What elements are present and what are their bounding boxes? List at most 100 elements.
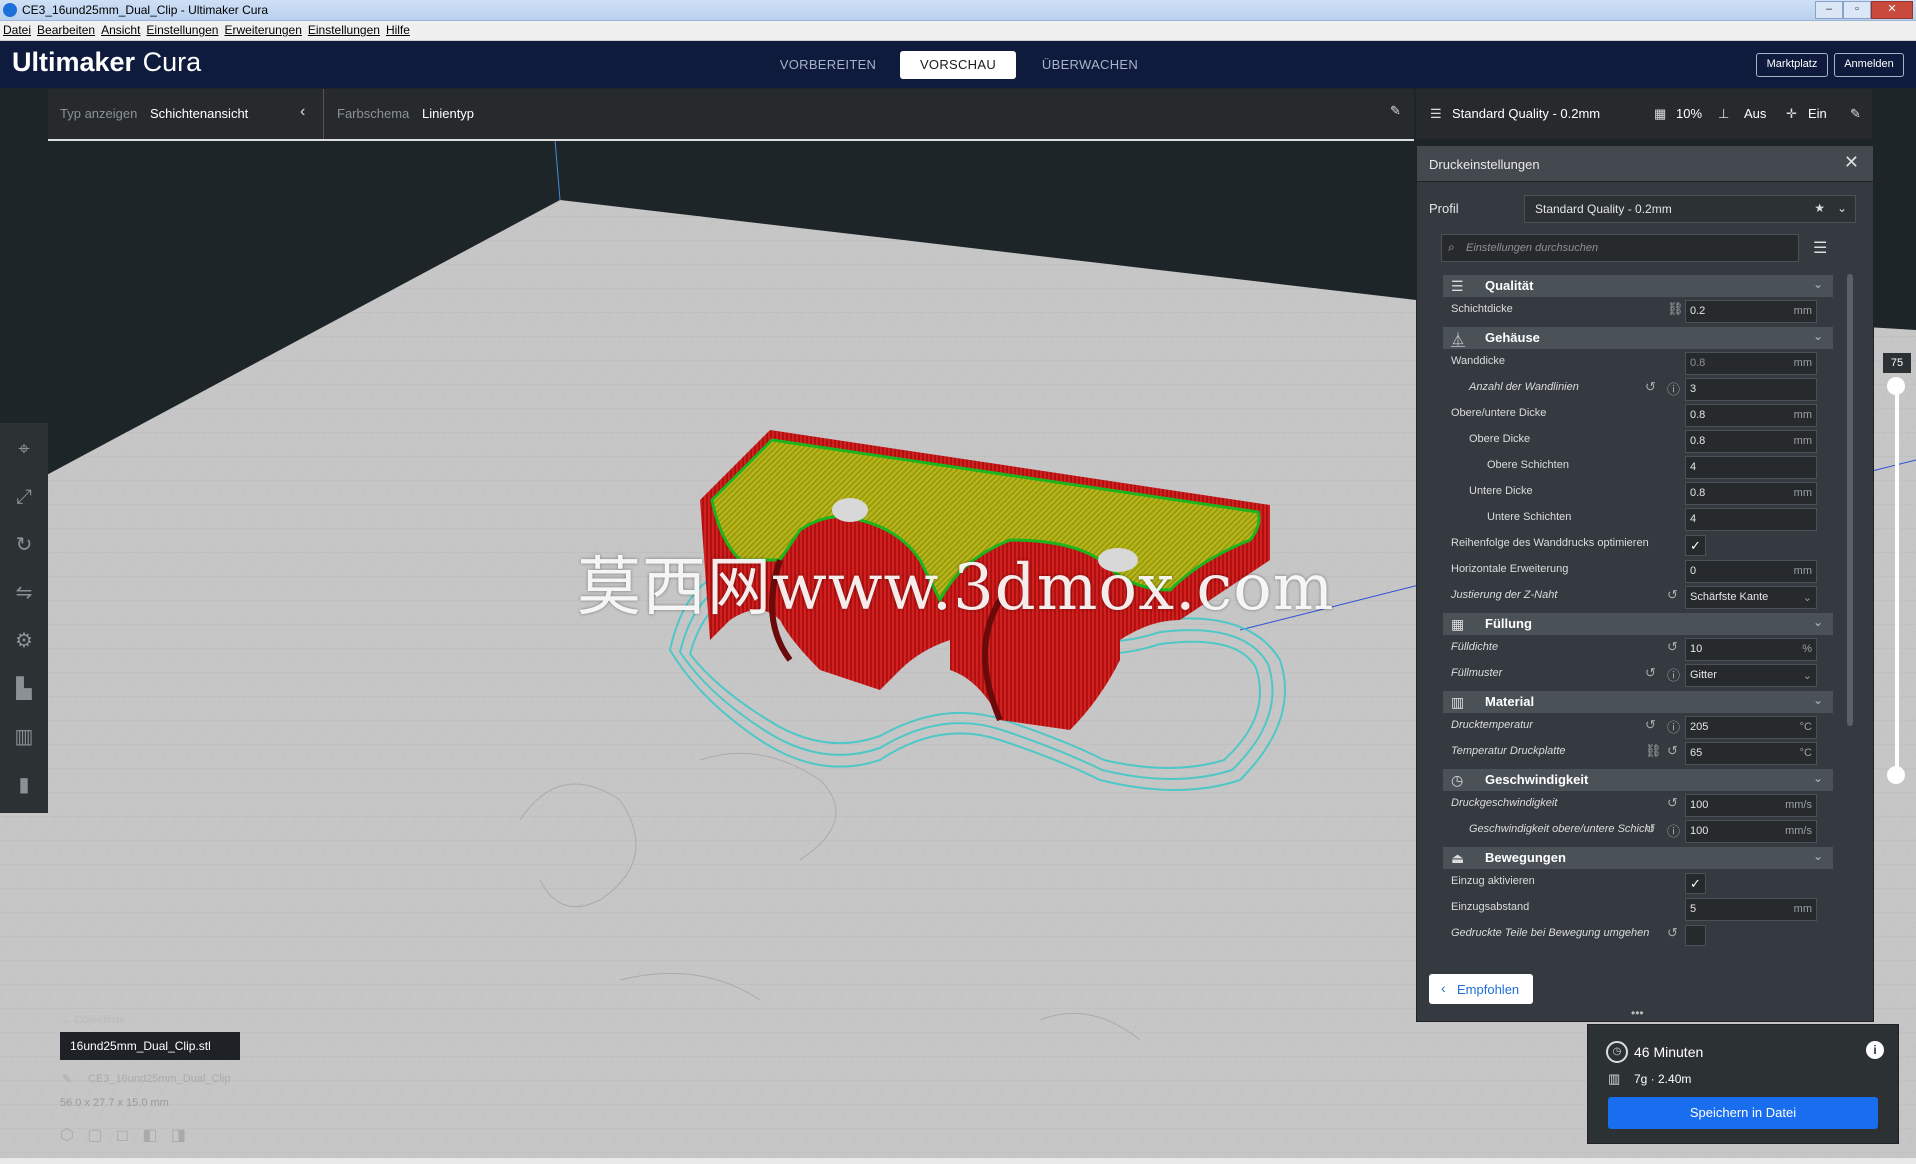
setting-input[interactable]: 100 mm/s: [1685, 794, 1817, 817]
menu-hilfe[interactable]: Hilfe: [383, 21, 413, 39]
scale-tool-icon[interactable]: ⤢: [8, 481, 40, 513]
color-scheme-selector[interactable]: Linientyp: [422, 106, 474, 121]
menu-bearbeiten[interactable]: Bearbeiten: [34, 21, 98, 39]
info-icon[interactable]: ⓘ: [1667, 821, 1680, 840]
reset-icon[interactable]: ↺: [1667, 795, 1678, 811]
setting-input[interactable]: 0.8 mm: [1685, 482, 1817, 505]
category-qualitaet[interactable]: ☰ Qualität ⌄: [1443, 275, 1833, 297]
front-view-icon[interactable]: ▢: [87, 1127, 102, 1144]
maximize-icon[interactable]: ▫: [1843, 1, 1871, 19]
menu-erweiterungen[interactable]: Erweiterungen: [221, 21, 304, 39]
category-bewegungen[interactable]: ⏏ Bewegungen ⌄: [1443, 847, 1833, 869]
marketplace-button[interactable]: Marktplatz: [1756, 53, 1828, 77]
infill-icon: ▦: [1654, 106, 1667, 121]
reset-icon[interactable]: ↺: [1667, 743, 1678, 759]
tab-vorbereiten[interactable]: VORBEREITEN: [770, 51, 886, 79]
print-setup-bar[interactable]: ☰ Standard Quality - 0.2mm ▦ 10% ⊥ Aus ✛…: [1416, 89, 1872, 139]
reset-icon[interactable]: ↺: [1645, 665, 1656, 681]
reset-icon[interactable]: ↺: [1667, 925, 1678, 941]
edit-pencil-icon[interactable]: ✎: [1850, 106, 1861, 122]
settings-search-input[interactable]: ⌕ Einstellungen durchsuchen: [1441, 234, 1799, 262]
3d-view-icon[interactable]: ⬡: [60, 1127, 74, 1144]
setting-input[interactable]: 205 °C: [1685, 716, 1817, 739]
tool-icon-2[interactable]: ▮: [8, 769, 40, 801]
tool-icon[interactable]: ▥: [8, 721, 40, 753]
reset-icon[interactable]: ↺: [1645, 379, 1656, 395]
category-fuellung[interactable]: ▦ Füllung ⌄: [1443, 613, 1833, 635]
reset-icon[interactable]: ↺: [1645, 717, 1656, 733]
layer-slider-track[interactable]: [1895, 380, 1899, 780]
support-icon: ⊥: [1718, 106, 1730, 121]
support-blocker-icon[interactable]: ▙: [8, 673, 40, 705]
checkbox-unchecked[interactable]: [1685, 925, 1706, 946]
right-view-icon[interactable]: ◨: [171, 1127, 186, 1144]
checkbox-checked[interactable]: ✓: [1685, 535, 1706, 556]
settings-visibility-menu-icon[interactable]: ☰: [1813, 238, 1827, 258]
settings-scrollbar[interactable]: [1847, 274, 1853, 726]
setting-input[interactable]: 65 °C: [1685, 742, 1817, 765]
object-list-item[interactable]: 16und25mm_Dual_Clip.stl: [60, 1032, 240, 1060]
menu-einstellungen-2[interactable]: Einstellungen: [305, 21, 383, 39]
reset-icon[interactable]: ↺: [1667, 587, 1678, 603]
menu-einstellungen[interactable]: Einstellungen: [143, 21, 221, 39]
setting-input[interactable]: 4: [1685, 456, 1817, 479]
minimize-icon[interactable]: –: [1815, 1, 1843, 19]
input-unit: mm: [1793, 435, 1812, 447]
setting-input[interactable]: 4: [1685, 508, 1817, 531]
reset-icon[interactable]: ↺: [1667, 639, 1678, 655]
pencil-icon[interactable]: ✎: [1390, 103, 1401, 119]
info-icon[interactable]: i: [1866, 1041, 1884, 1059]
input-unit: mm/s: [1785, 799, 1812, 811]
info-icon[interactable]: ⓘ: [1667, 379, 1680, 398]
object-list-header[interactable]: ⌄ Objektliste: [62, 1013, 126, 1026]
top-view-icon[interactable]: ◻: [116, 1127, 129, 1144]
collapse-chevron-icon[interactable]: ‹: [300, 103, 305, 121]
setting-input[interactable]: 5 mm: [1685, 898, 1817, 921]
category-geschwindigkeit[interactable]: ◷ Geschwindigkeit ⌄: [1443, 769, 1833, 791]
setting-dropdown[interactable]: Schärfste Kante ⌄: [1685, 586, 1817, 609]
recommended-button[interactable]: ‹ Empfohlen: [1429, 974, 1533, 1004]
layer-slider-value[interactable]: 75: [1883, 353, 1911, 373]
input-value: 4: [1690, 513, 1697, 525]
resize-handle-icon[interactable]: •••: [1631, 1006, 1644, 1020]
tab-ueberwachen[interactable]: ÜBERWACHEN: [1032, 51, 1148, 79]
setting-wanddicke: Wanddicke 0.8 mm: [1443, 350, 1833, 376]
input-unit: °C: [1799, 747, 1812, 759]
setting-input[interactable]: 10%: [1685, 638, 1817, 661]
info-icon[interactable]: ⓘ: [1667, 665, 1680, 684]
left-view-icon[interactable]: ◧: [142, 1127, 157, 1144]
material-usage: 7g · 2.40m: [1634, 1072, 1692, 1086]
close-icon[interactable]: ✕: [1844, 152, 1859, 173]
rotate-tool-icon[interactable]: ↻: [8, 529, 40, 561]
save-to-file-button[interactable]: Speichern in Datei: [1608, 1097, 1878, 1129]
per-model-settings-icon[interactable]: ⚙: [8, 625, 40, 657]
setting-input[interactable]: 3: [1685, 378, 1817, 401]
setting-input[interactable]: 0.8 mm: [1685, 430, 1817, 453]
profile-dropdown[interactable]: Standard Quality - 0.2mm ★ ⌄: [1524, 195, 1856, 223]
view-type-selector[interactable]: Schichtenansicht: [150, 106, 248, 121]
category-material[interactable]: ▥ Material ⌄: [1443, 691, 1833, 713]
pencil-icon[interactable]: ✎: [62, 1072, 72, 1086]
close-icon[interactable]: ✕: [1871, 1, 1913, 19]
category-gehaeuse[interactable]: ⏅ Gehäuse ⌄: [1443, 327, 1833, 349]
star-icon[interactable]: ★: [1814, 201, 1825, 215]
mirror-tool-icon[interactable]: ⇋: [8, 577, 40, 609]
reset-icon[interactable]: ↺: [1645, 821, 1656, 837]
setting-input[interactable]: 0 mm: [1685, 560, 1817, 583]
setting-input[interactable]: 100 mm/s: [1685, 820, 1817, 843]
sign-in-button[interactable]: Anmelden: [1834, 53, 1904, 77]
setting-input[interactable]: 0.2 mm: [1685, 300, 1817, 323]
shell-category-icon: ⏅: [1451, 332, 1465, 348]
checkbox-checked[interactable]: ✓: [1685, 873, 1706, 894]
setting-input[interactable]: 0.8 mm: [1685, 352, 1817, 375]
info-icon[interactable]: ⓘ: [1667, 717, 1680, 736]
setting-input[interactable]: 0.8 mm: [1685, 404, 1817, 427]
move-tool-icon[interactable]: ⌖: [8, 433, 40, 465]
tab-vorschau[interactable]: VORSCHAU: [900, 51, 1016, 79]
menu-datei[interactable]: Datei: [0, 21, 34, 39]
job-name[interactable]: CE3_16und25mm_Dual_Clip: [88, 1073, 230, 1085]
menu-ansicht[interactable]: Ansicht: [98, 21, 143, 39]
setting-dropdown[interactable]: Gitter ⌄: [1685, 664, 1817, 687]
layer-slider-bottom-handle[interactable]: [1887, 766, 1905, 784]
layer-slider-top-handle[interactable]: [1887, 377, 1905, 395]
